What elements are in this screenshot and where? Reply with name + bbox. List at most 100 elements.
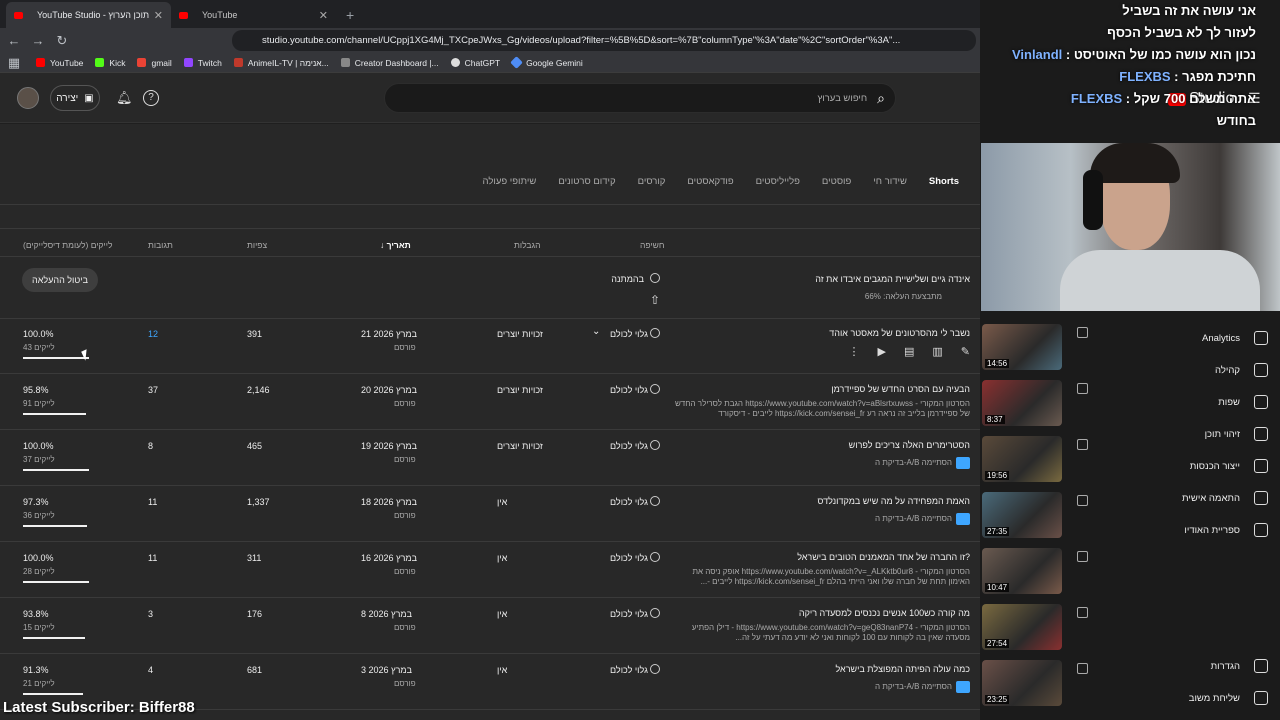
video-thumbnail[interactable]: 14:56 [982, 324, 1062, 370]
sidebar-item-customization[interactable]: התאמה אישית [1182, 491, 1268, 505]
bookmark-gmail[interactable]: gmail [137, 58, 172, 68]
tab-promotions[interactable]: קידום סרטונים [547, 174, 626, 190]
restriction-value[interactable]: זכויות יוצרים [497, 441, 543, 451]
close-tab-icon[interactable]: ✕ [154, 9, 163, 22]
column-comments[interactable]: תגובות [148, 240, 173, 250]
close-tab-icon[interactable]: ✕ [319, 9, 328, 22]
comments-value[interactable]: 4 [148, 665, 153, 675]
restriction-value[interactable]: אין [497, 665, 507, 675]
video-thumbnail[interactable]: 19:56 [982, 436, 1062, 482]
video-title[interactable]: הבעיה עם הסרט החדש של ספיידרמן [831, 384, 970, 394]
table-row[interactable]: נשבר לי מהסרטונים של מאסטר אוהד גלוי לכו… [0, 318, 980, 374]
restriction-value[interactable]: זכויות יוצרים [497, 329, 543, 339]
sidebar-item-content-detection[interactable]: זיהוי תוכן [1205, 427, 1268, 441]
more-options-icon[interactable]: ⋮ [849, 345, 860, 358]
visibility-value[interactable]: גלוי לכולם [610, 553, 648, 563]
sidebar-item-send-feedback[interactable]: שליחת משוב [1189, 691, 1268, 705]
video-title[interactable]: כמה עולה הפיתה המפוצלת בישראל [835, 664, 970, 674]
row-checkbox[interactable] [1077, 551, 1088, 562]
row-checkbox[interactable] [1077, 383, 1088, 394]
search-icon[interactable]: ⌕ [877, 90, 885, 107]
bookmark-youtube[interactable]: YouTube [36, 58, 83, 68]
row-checkbox[interactable] [1077, 327, 1088, 338]
tab-podcasts[interactable]: פודקאסטים [676, 174, 744, 190]
comments-value[interactable]: 3 [148, 609, 153, 619]
tab-collaborations[interactable]: שיתופי פעולה [472, 174, 548, 190]
sidebar-item-languages[interactable]: שפות [1218, 395, 1268, 409]
tab-posts[interactable]: פוסטים [811, 174, 862, 190]
comments-value[interactable]: 11 [148, 497, 157, 507]
table-row[interactable]: זו החברה של אחד המאמנים הטובים בישראל? ה… [0, 542, 980, 598]
video-thumbnail[interactable]: 8:37 [982, 380, 1062, 426]
visibility-value[interactable]: גלוי לכולם [610, 609, 648, 619]
back-icon[interactable]: ← [4, 33, 24, 48]
video-title[interactable]: האמת המפחידה על מה שיש במקדונלדס [817, 496, 970, 506]
video-thumbnail[interactable]: 27:35 [982, 492, 1062, 538]
row-checkbox[interactable] [1077, 663, 1088, 674]
visibility-value[interactable]: גלוי לכולם [610, 665, 648, 675]
column-views[interactable]: צפיות [247, 240, 267, 250]
visibility-value[interactable]: גלוי לכולם [610, 385, 648, 395]
column-restrictions[interactable]: הגבלות [514, 240, 540, 250]
tab-live[interactable]: שידור חי [862, 174, 918, 190]
restriction-value[interactable]: אין [497, 553, 507, 563]
video-thumbnail[interactable]: 27:54 [982, 604, 1062, 650]
row-checkbox[interactable] [1077, 495, 1088, 506]
video-thumbnail[interactable]: 10:47 [982, 548, 1062, 594]
help-icon[interactable]: ? [143, 90, 159, 106]
forward-icon[interactable]: → [28, 33, 48, 48]
url-field[interactable]: studio.youtube.com/channel/UCppj1XG4Mj_T… [232, 30, 976, 51]
bookmark-creator-dashboard[interactable]: Creator Dashboard |... [340, 58, 439, 68]
search-input[interactable]: חיפוש בערוץ ⌕ [384, 83, 896, 113]
analytics-icon[interactable]: ▥ [932, 345, 942, 358]
reload-icon[interactable]: ↻ [52, 33, 72, 49]
restriction-value[interactable]: אין [497, 497, 507, 507]
visibility-value[interactable]: גלוי לכולם [610, 329, 648, 339]
create-button[interactable]: יצירה ▣ [50, 85, 100, 111]
bell-icon[interactable]: 🔔︎ [116, 90, 133, 106]
restriction-value[interactable]: זכויות יוצרים [497, 385, 543, 395]
bookmark-animeil[interactable]: AnimeIL-TV | אנימה... [233, 58, 329, 68]
apps-grid-icon[interactable]: ▦ [4, 55, 24, 71]
sidebar-item-monetization[interactable]: ייצור הכנסות [1190, 459, 1268, 473]
table-row[interactable]: הבעיה עם הסרט החדש של ספיידרמן הסרטון המ… [0, 374, 980, 430]
bookmark-gemini[interactable]: Google Gemini [510, 56, 583, 69]
restriction-value[interactable]: אין [497, 609, 507, 619]
avatar[interactable] [17, 87, 39, 109]
tab-shorts[interactable]: Shorts [918, 174, 970, 190]
table-row[interactable]: האמת המפחידה על מה שיש במקדונלדס בדיקת ה… [0, 486, 980, 542]
video-title[interactable]: נשבר לי מהסרטונים של מאסטר אוהד [829, 328, 970, 338]
row-checkbox[interactable] [1077, 439, 1088, 450]
chevron-down-icon[interactable]: ⌄ [592, 326, 600, 337]
tab-playlists[interactable]: פלייליסטים [745, 174, 811, 190]
browser-tab-youtube[interactable]: YouTube ✕ [171, 2, 336, 28]
video-title[interactable]: מה קורה כש100 אנשים נכנסים למסעדה ריקה [799, 608, 970, 618]
video-title[interactable]: הסטרימרים האלה צריכים לפרוש [849, 440, 970, 450]
visibility-value[interactable]: גלוי לכולם [610, 497, 648, 507]
browser-tab-studio[interactable]: YouTube Studio - תוכן הערוץ ✕ [6, 2, 171, 28]
bookmark-chatgpt[interactable]: ChatGPT [450, 58, 500, 68]
sidebar-item-community[interactable]: קהילה [1215, 363, 1268, 377]
comments-value[interactable]: 8 [148, 441, 153, 451]
bookmark-kick[interactable]: Kick [95, 58, 125, 68]
edit-pencil-icon[interactable]: ✎ [961, 345, 970, 358]
table-row[interactable]: הסטרימרים האלה צריכים לפרוש בדיקת ה-A/B … [0, 430, 980, 486]
table-row[interactable]: מה קורה כש100 אנשים נכנסים למסעדה ריקה ה… [0, 598, 980, 654]
cancel-upload-button[interactable]: ביטול ההעלאה [22, 268, 98, 292]
row-checkbox[interactable] [1077, 607, 1088, 618]
comments-value[interactable]: 11 [148, 553, 157, 563]
column-visibility[interactable]: חשיפה [640, 240, 664, 250]
comments-value[interactable]: 37 [148, 385, 158, 395]
bookmark-twitch[interactable]: Twitch [183, 58, 222, 68]
sidebar-item-analytics[interactable]: Analytics [1202, 331, 1268, 345]
comments-icon[interactable]: ▤ [904, 345, 914, 358]
video-thumbnail[interactable]: 23:25 [982, 660, 1062, 706]
comments-value[interactable]: 12 [148, 329, 158, 339]
column-date[interactable]: ↓ תאריך [380, 240, 411, 250]
new-tab-button[interactable]: + [336, 2, 364, 28]
column-likes[interactable]: לייקים (לעומת דיסלייקים) [23, 240, 112, 250]
sidebar-item-settings[interactable]: הגדרות [1211, 659, 1268, 673]
visibility-value[interactable]: גלוי לכולם [610, 441, 648, 451]
video-title[interactable]: זו החברה של אחד המאמנים הטובים בישראל? [797, 552, 970, 562]
youtube-play-icon[interactable]: ▶ [878, 345, 886, 358]
